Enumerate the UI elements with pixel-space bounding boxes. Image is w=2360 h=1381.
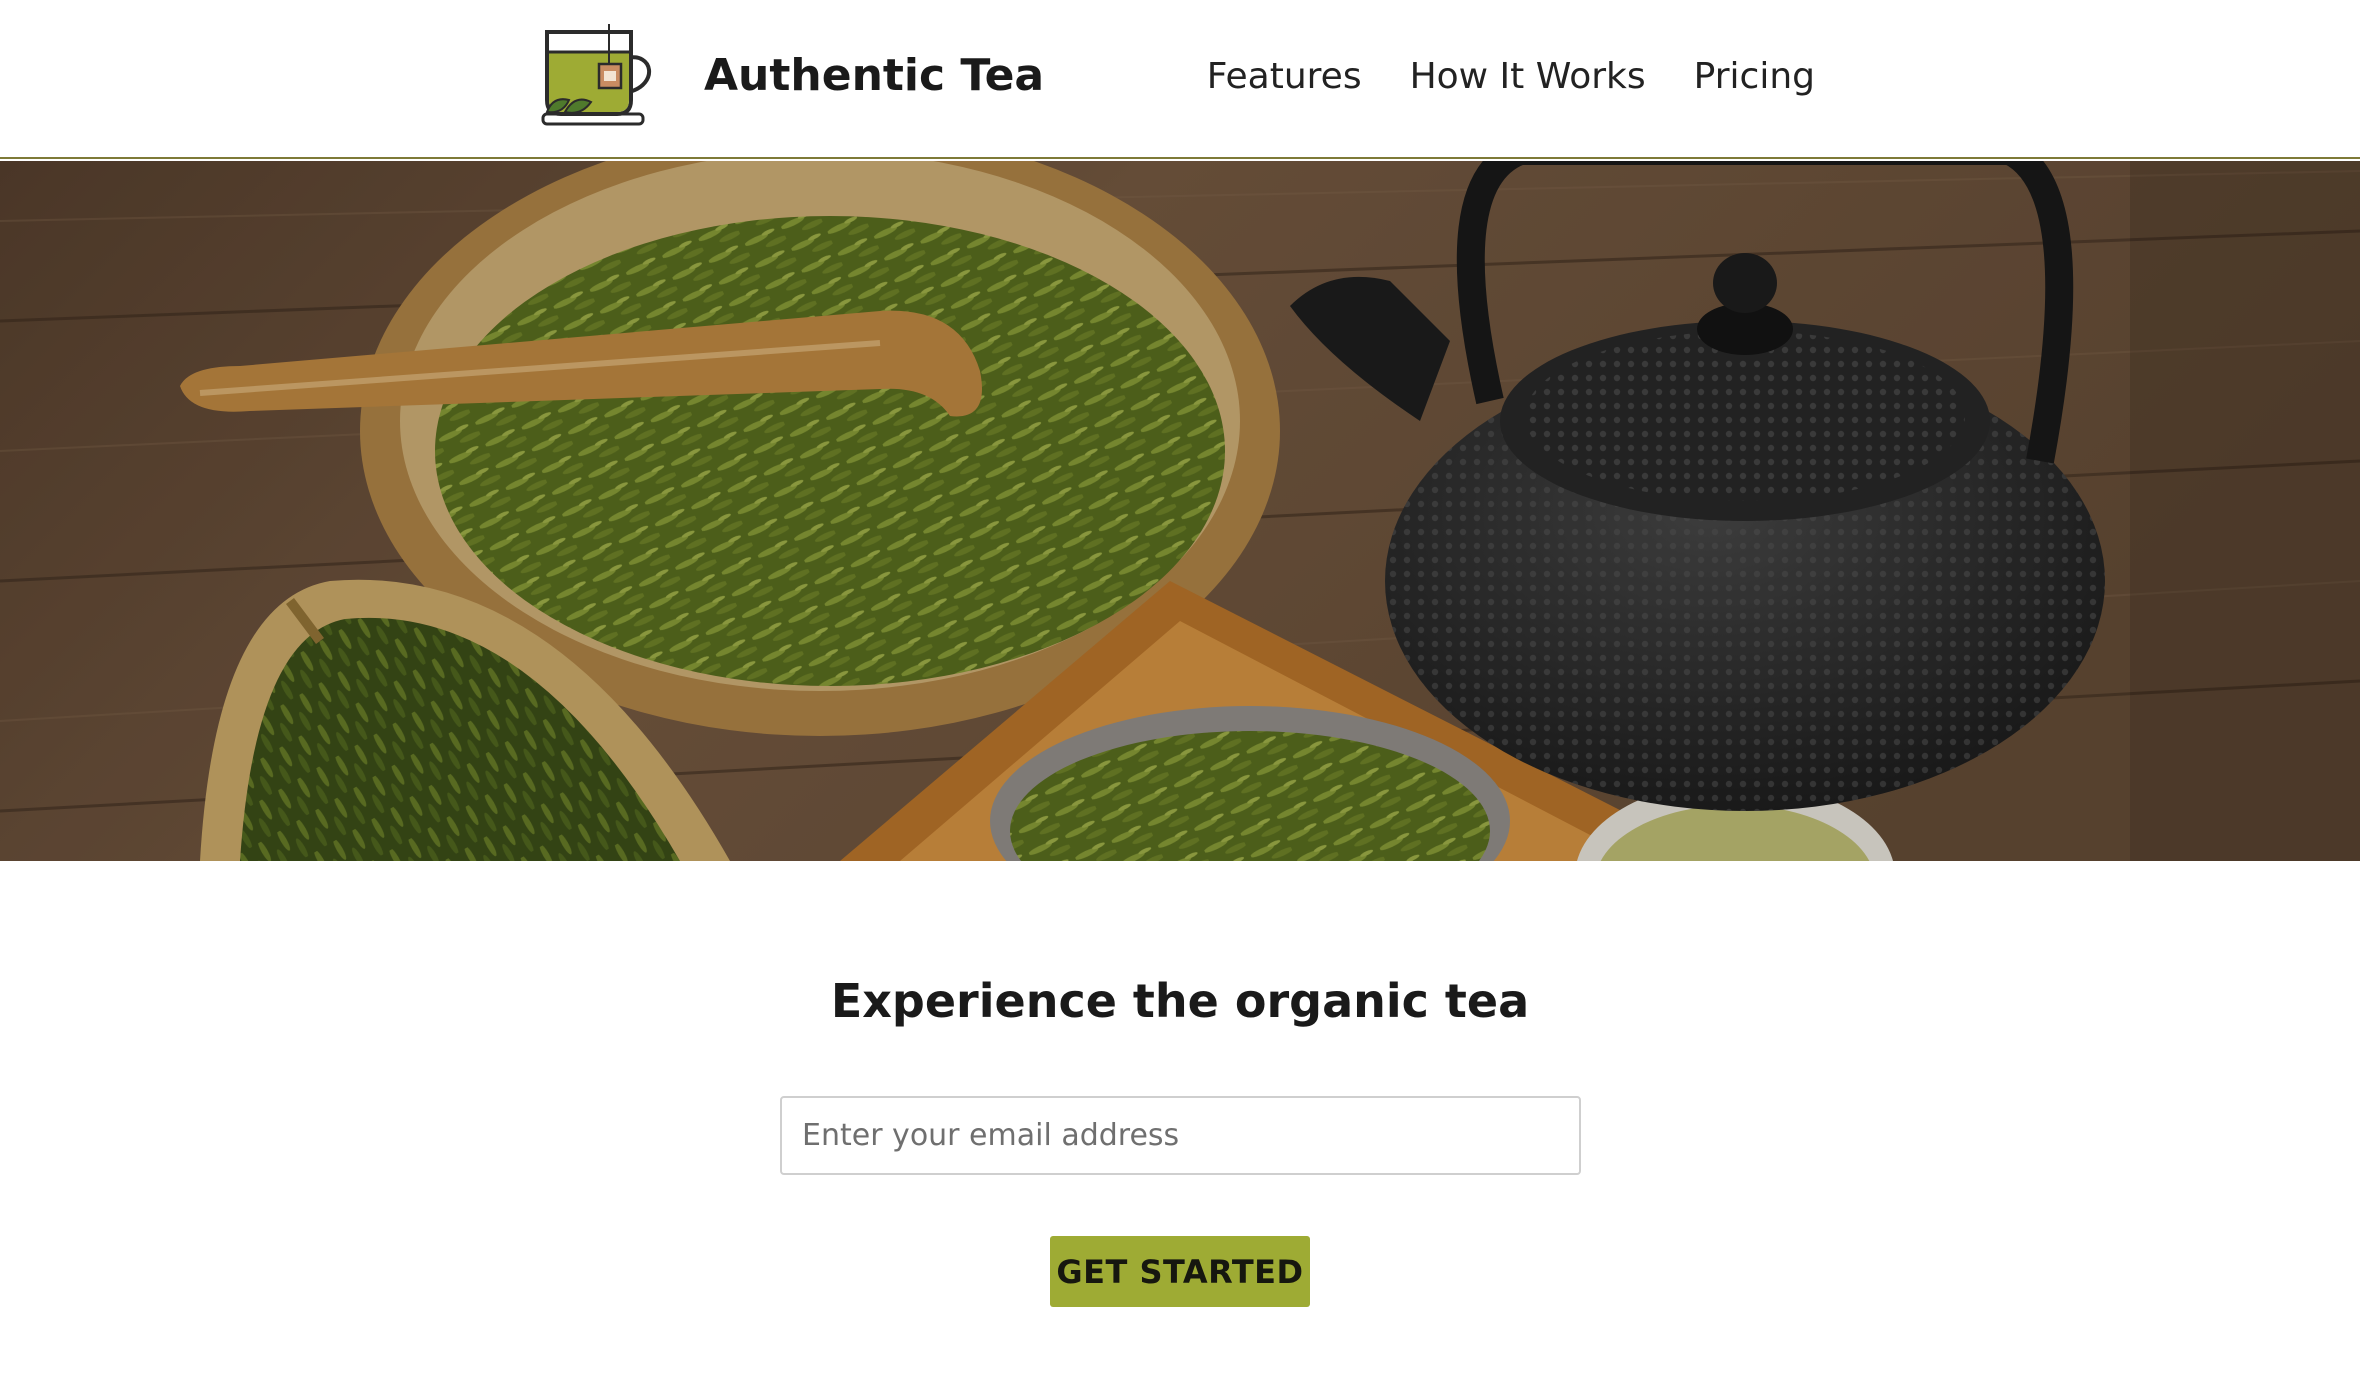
tea-cup-icon[interactable] — [541, 22, 667, 132]
hero-headline: Experience the organic tea — [830, 974, 1530, 1028]
brand-name[interactable]: Authentic Tea — [704, 50, 1044, 101]
nav-link-features[interactable]: Features — [1207, 56, 1362, 97]
site-header: Authentic Tea Features How It Works Pric… — [0, 0, 2360, 159]
get-started-button[interactable]: GET STARTED — [1050, 1236, 1310, 1307]
nav-link-pricing[interactable]: Pricing — [1694, 56, 1815, 97]
email-input[interactable] — [780, 1096, 1581, 1175]
nav-link-how-it-works[interactable]: How It Works — [1410, 56, 1646, 97]
hero-image — [0, 161, 2360, 861]
main-nav: Features How It Works Pricing — [1207, 56, 1815, 97]
